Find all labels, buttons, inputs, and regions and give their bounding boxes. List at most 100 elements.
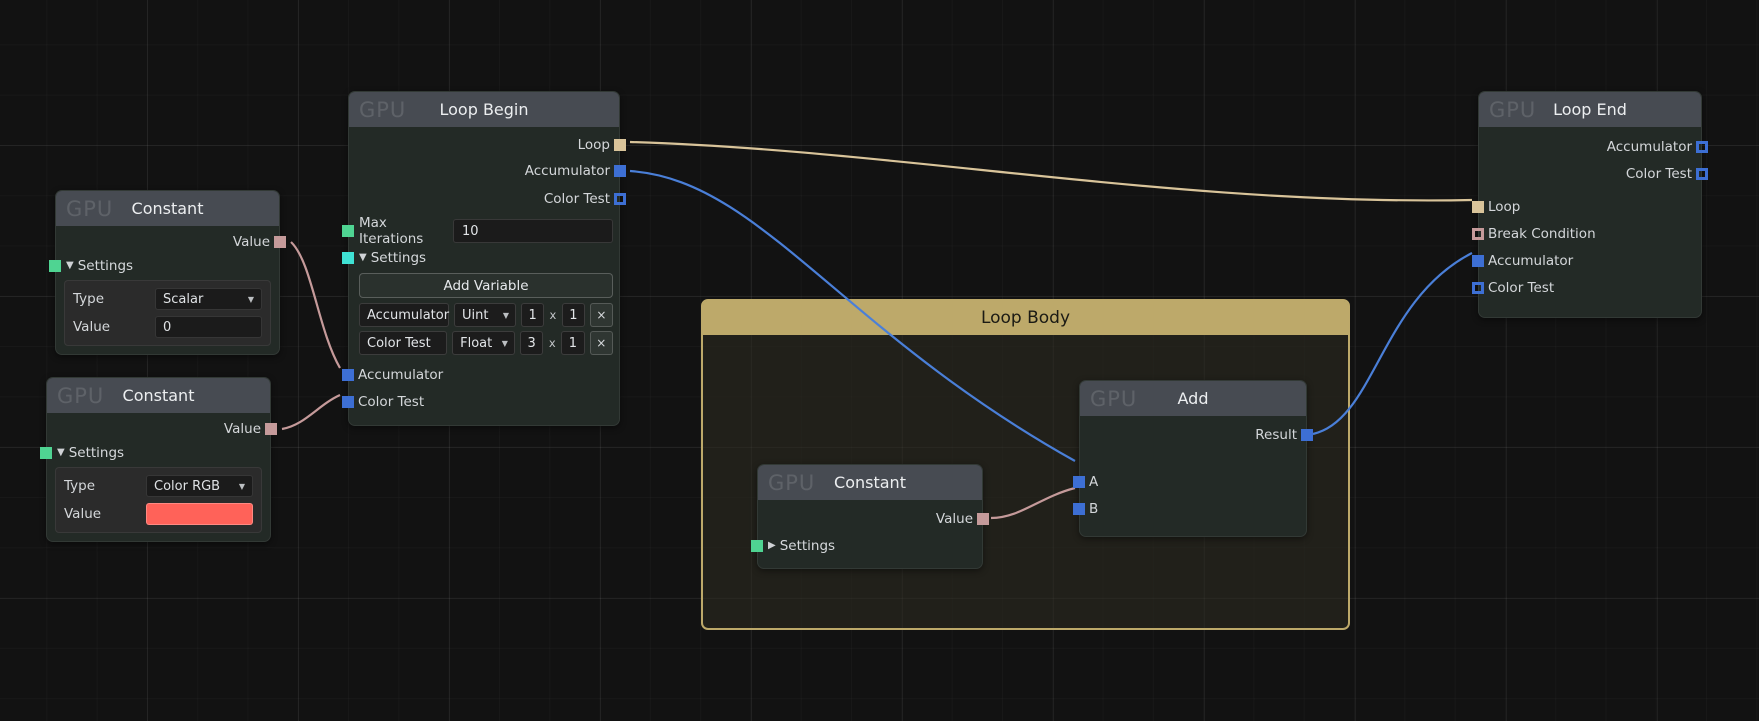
output-row-value[interactable]: Value	[47, 417, 277, 441]
field-label: Type	[73, 291, 105, 307]
field-value[interactable]: Value 0	[73, 315, 262, 339]
node-loop-begin[interactable]: GPU Loop Begin Loop Accumulator Color Te…	[342, 91, 626, 426]
settings-panel: Type Color RGB ▼ Value	[55, 467, 262, 533]
port-accumulator-out[interactable]	[614, 165, 626, 177]
port-value-out[interactable]	[274, 236, 286, 248]
output-row-color-test[interactable]: Color Test	[1479, 160, 1708, 187]
field-value[interactable]: Value	[64, 502, 253, 526]
port-max-iterations-in[interactable]	[342, 225, 354, 237]
port-value-out[interactable]	[977, 513, 989, 525]
max-iterations-label: Max Iterations	[359, 215, 424, 247]
port-loop-in[interactable]	[1472, 200, 1484, 213]
node-header[interactable]: GPU Constant	[47, 378, 270, 413]
port-break-condition-in[interactable]	[1472, 227, 1484, 240]
group-title: Loop Body	[980, 308, 1071, 328]
input-row-color-test[interactable]: Color Test	[1472, 274, 1701, 301]
settings-toggle-row[interactable]: ▼ Settings	[49, 254, 279, 278]
variable-type-dropdown[interactable]: Float ▼	[452, 331, 515, 355]
output-row-value[interactable]: Value	[758, 506, 989, 532]
delete-variable-button[interactable]: ×	[589, 303, 613, 327]
port-loop-out[interactable]	[614, 139, 626, 151]
variable-name-value: Accumulator	[367, 307, 450, 323]
port-a-in[interactable]	[1073, 475, 1085, 488]
value-input-text: 0	[163, 319, 172, 335]
gpu-badge: GPU	[359, 97, 407, 122]
port-result-out[interactable]	[1301, 429, 1313, 441]
gpu-badge: GPU	[66, 196, 114, 221]
port-settings-in[interactable]	[40, 447, 52, 459]
input-row-accumulator[interactable]: Accumulator	[1472, 247, 1701, 274]
variable-cols-input[interactable]: 1	[561, 331, 585, 355]
output-row-loop[interactable]: Loop	[349, 133, 626, 157]
color-swatch[interactable]	[146, 503, 253, 525]
variable-type-dropdown[interactable]: Uint ▼	[454, 303, 517, 327]
variable-name-input[interactable]: Accumulator	[359, 303, 449, 327]
settings-toggle-row[interactable]: ▼ Settings	[342, 245, 619, 271]
variable-cols-value: 1	[569, 307, 578, 323]
input-row-a[interactable]: A	[1073, 468, 1306, 495]
port-accumulator-out[interactable]	[1696, 140, 1708, 153]
port-color-test-in[interactable]	[1472, 281, 1484, 294]
variable-row[interactable]: Color Test Float ▼ 3 x 1 ×	[349, 331, 619, 359]
output-label: Color Test	[543, 191, 610, 207]
output-row-value[interactable]: Value	[56, 230, 286, 254]
node-loop-body-constant[interactable]: GPU Constant Value ▶ Settings	[751, 464, 989, 569]
variable-cols-input[interactable]: 1	[561, 303, 585, 327]
variable-rows-input[interactable]: 3	[519, 331, 544, 355]
node-constant-color[interactable]: GPU Constant Value ▼ Settings Type Color…	[40, 377, 277, 542]
input-row-b[interactable]: B	[1073, 495, 1306, 522]
output-row-accumulator[interactable]: Accumulator	[349, 157, 626, 185]
field-label: Value	[73, 319, 111, 335]
variable-row[interactable]: Accumulator Uint ▼ 1 x 1 ×	[349, 303, 619, 331]
input-row-accumulator[interactable]: Accumulator	[342, 361, 619, 388]
variable-rows-input[interactable]: 1	[521, 303, 545, 327]
variable-rows-value: 1	[528, 307, 537, 323]
type-dropdown[interactable]: Scalar ▼	[155, 288, 262, 310]
settings-toggle-row[interactable]: ▼ Settings	[40, 441, 270, 465]
port-color-test-out[interactable]	[614, 193, 626, 205]
port-color-test-in[interactable]	[342, 395, 354, 408]
settings-panel: Type Scalar ▼ Value 0	[64, 280, 271, 346]
output-label: Accumulator	[1606, 138, 1692, 155]
node-graph-canvas[interactable]: Loop Body GPU Constant Value ▼ Settings …	[0, 0, 1759, 721]
variable-name-input[interactable]: Color Test	[359, 331, 448, 355]
value-input[interactable]: 0	[155, 316, 262, 338]
close-icon: ×	[596, 336, 607, 350]
node-body: Value ▼ Settings Type Color RGB ▼ Value	[40, 417, 277, 533]
node-constant-scalar[interactable]: GPU Constant Value ▼ Settings Type Scala…	[49, 190, 286, 355]
port-settings-in[interactable]	[342, 252, 354, 264]
output-row-accumulator[interactable]: Accumulator	[1479, 133, 1708, 160]
node-loop-end[interactable]: GPU Loop End Accumulator Color Test Loop…	[1472, 91, 1708, 318]
group-header[interactable]: Loop Body	[703, 301, 1348, 335]
node-header[interactable]: GPU Loop Begin	[349, 92, 619, 127]
node-add[interactable]: GPU Add Result A B	[1073, 380, 1313, 537]
node-header[interactable]: GPU Constant	[56, 191, 279, 226]
port-settings-in[interactable]	[751, 540, 763, 552]
output-row-result[interactable]: Result	[1080, 422, 1313, 448]
port-color-test-out[interactable]	[1696, 167, 1708, 180]
delete-variable-button[interactable]: ×	[589, 331, 613, 355]
chevron-down-icon: ▼	[502, 310, 510, 320]
triangle-down-icon: ▼	[66, 260, 74, 271]
field-type[interactable]: Type Scalar ▼	[73, 287, 262, 311]
input-row-break-condition[interactable]: Break Condition	[1472, 220, 1701, 247]
type-dropdown[interactable]: Color RGB ▼	[146, 475, 253, 497]
port-accumulator-in[interactable]	[342, 368, 354, 381]
node-header[interactable]: GPU Constant	[758, 465, 982, 500]
node-header[interactable]: GPU Add	[1080, 381, 1306, 416]
node-header[interactable]: GPU Loop End	[1479, 92, 1701, 127]
input-row-color-test[interactable]: Color Test	[342, 388, 619, 415]
port-value-out[interactable]	[265, 423, 277, 435]
port-settings-in[interactable]	[49, 260, 61, 272]
output-row-color-test[interactable]: Color Test	[349, 185, 626, 213]
add-variable-button[interactable]: Add Variable	[359, 273, 613, 298]
port-accumulator-in[interactable]	[1472, 254, 1484, 267]
max-iterations-row[interactable]: Max Iterations 10	[342, 215, 619, 247]
max-iterations-input[interactable]: 10	[453, 219, 613, 243]
node-body: Value ▶ Settings	[751, 506, 989, 568]
field-type[interactable]: Type Color RGB ▼	[64, 474, 253, 498]
port-b-in[interactable]	[1073, 502, 1085, 515]
input-row-loop[interactable]: Loop	[1472, 193, 1701, 220]
settings-toggle-row[interactable]: ▶ Settings	[751, 532, 982, 560]
dimension-separator: x	[548, 336, 556, 350]
